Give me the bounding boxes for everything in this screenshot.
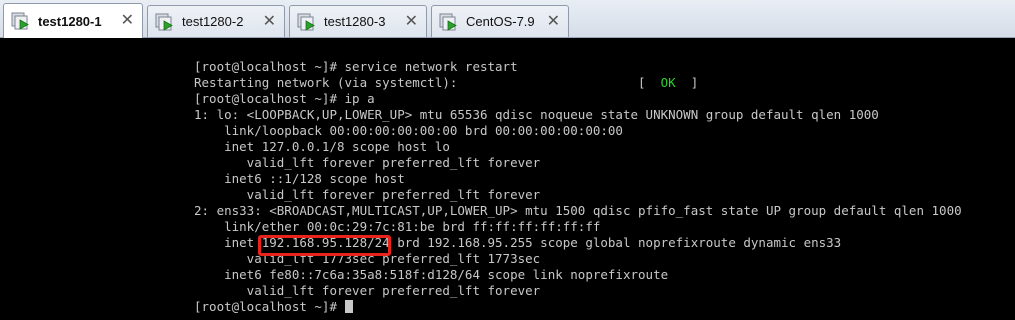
tab-test1280-2[interactable]: test1280-2 ✕ xyxy=(147,5,285,37)
close-icon[interactable]: ✕ xyxy=(405,13,418,30)
terminal-line: valid_lft forever preferred_lft forever xyxy=(194,283,541,298)
terminal-line: inet 127.0.0.1/8 scope host lo xyxy=(194,139,450,154)
terminal-line: link/loopback 00:00:00:00:00:00 brd 00:0… xyxy=(194,123,623,138)
tab-label: test1280-1 xyxy=(38,13,102,29)
terminal-line: 1: lo: <LOOPBACK,UP,LOWER_UP> mtu 65536 … xyxy=(194,107,879,122)
vm-play-icon xyxy=(11,12,29,30)
close-icon[interactable]: ✕ xyxy=(547,13,560,30)
status-open-bracket: [ xyxy=(638,75,661,90)
tab-test1280-1[interactable]: test1280-1 ✕ xyxy=(3,3,143,38)
tab-label: test1280-2 xyxy=(182,14,244,29)
terminal-line-text: Restarting network (via systemctl): xyxy=(194,75,639,90)
tab-label: test1280-3 xyxy=(324,14,386,29)
terminal-prompt: [root@localhost ~]# xyxy=(194,299,345,314)
status-ok: OK xyxy=(660,75,676,90)
tab-test1280-3[interactable]: test1280-3 ✕ xyxy=(289,5,427,37)
terminal-cursor xyxy=(344,300,353,313)
terminal-line: Restarting network (via systemctl): [ OK… xyxy=(194,75,698,91)
tab-label: CentOS-7.9 xyxy=(466,14,535,29)
close-icon[interactable]: ✕ xyxy=(263,13,276,30)
status-close-bracket: ] xyxy=(675,75,699,90)
terminal-console[interactable]: [root@localhost ~]# service network rest… xyxy=(0,38,1015,320)
tab-centos-7-9[interactable]: CentOS-7.9 ✕ xyxy=(431,5,569,37)
close-icon[interactable]: ✕ xyxy=(121,13,134,29)
terminal-line: inet6 fe80::7c6a:35a8:518f:d128/64 scope… xyxy=(194,267,669,282)
ip-address-highlight xyxy=(258,235,391,256)
terminal-line: [root@localhost ~]# service network rest… xyxy=(194,59,518,74)
vm-play-icon xyxy=(297,13,315,31)
terminal-line: valid_lft forever preferred_lft forever xyxy=(194,187,541,202)
terminal-line: 2: ens33: <BROADCAST,MULTICAST,UP,LOWER_… xyxy=(194,203,962,218)
terminal-line: link/ether 00:0c:29:7c:81:be brd ff:ff:f… xyxy=(194,219,601,234)
terminal-line: inet6 ::1/128 scope host xyxy=(194,171,405,186)
tab-bar: test1280-1 ✕ test1280-2 ✕ test1280-3 ✕ C… xyxy=(0,0,1015,38)
terminal-line: valid_lft forever preferred_lft forever xyxy=(194,155,541,170)
vm-play-icon xyxy=(439,13,457,31)
vm-play-icon xyxy=(155,13,173,31)
terminal-prompt-line: [root@localhost ~]# xyxy=(194,299,353,315)
terminal-line: [root@localhost ~]# ip a xyxy=(194,91,375,106)
